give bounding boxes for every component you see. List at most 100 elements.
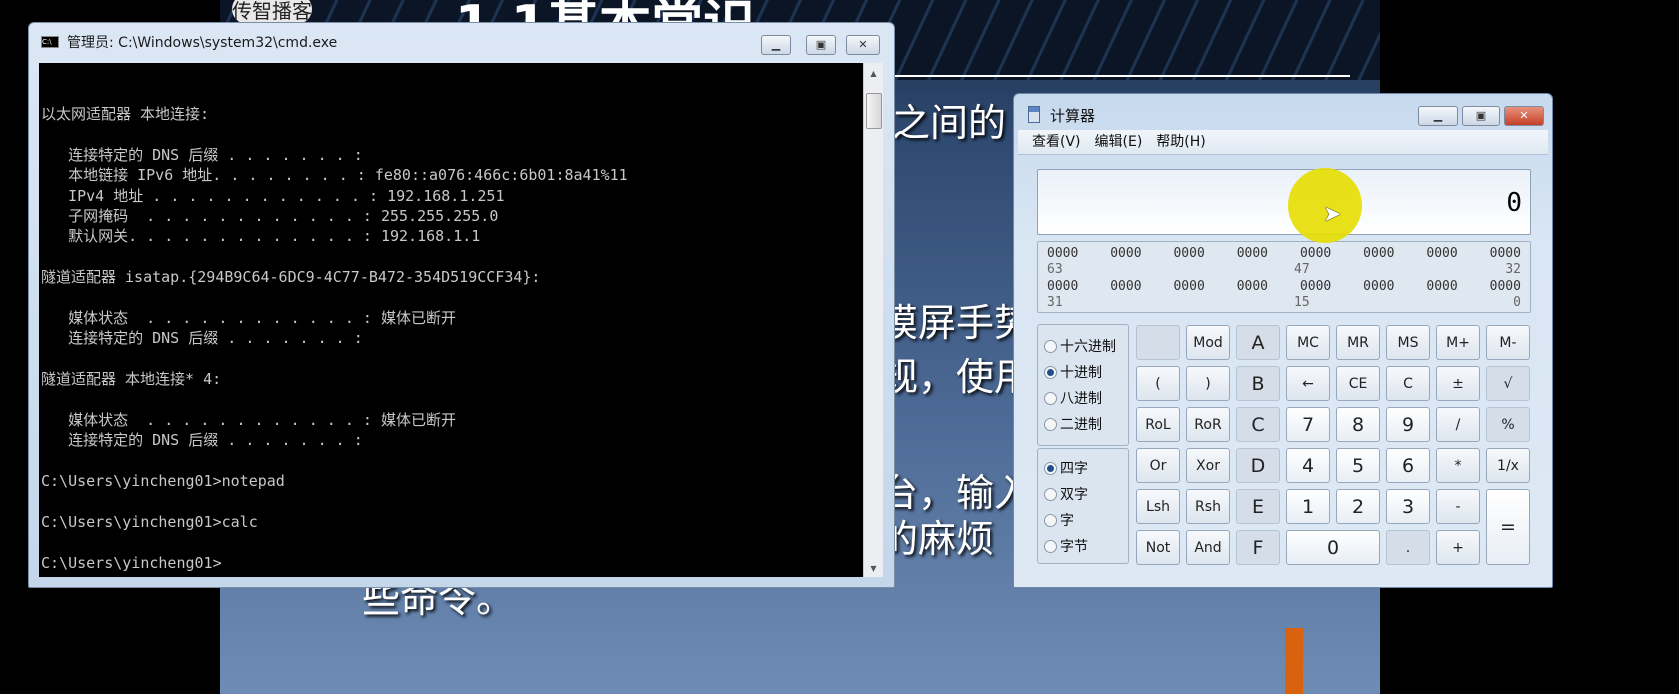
- key-MC[interactable]: MC: [1286, 325, 1330, 360]
- radio-word-0[interactable]: 四字: [1038, 455, 1128, 481]
- radio-label: 字: [1060, 513, 1074, 529]
- key-1[interactable]: 1: [1286, 489, 1330, 524]
- menu-help[interactable]: 帮助(H): [1156, 130, 1205, 154]
- radio-base-0[interactable]: 十六进制: [1038, 333, 1128, 359]
- minimize-button[interactable]: ▁: [1418, 106, 1458, 126]
- bit-row: 0000 0000 0000 0000 0000 0000 0000 0000: [1047, 246, 1521, 261]
- key-4[interactable]: 4: [1286, 448, 1330, 483]
- radio-circle[interactable]: [1044, 417, 1057, 431]
- scroll-down-icon[interactable]: ▼: [864, 564, 883, 573]
- key-D[interactable]: D: [1236, 448, 1280, 483]
- key-A[interactable]: A: [1236, 325, 1280, 360]
- key-MS[interactable]: MS: [1386, 325, 1430, 360]
- radio-circle[interactable]: [1044, 539, 1057, 553]
- radio-circle[interactable]: [1044, 487, 1057, 501]
- key-And[interactable]: And: [1186, 530, 1230, 565]
- vertical-scrollbar[interactable]: ▲ ▼: [863, 63, 883, 577]
- radio-label: 十六进制: [1060, 339, 1116, 355]
- radio-circle[interactable]: [1044, 513, 1057, 527]
- key-3[interactable]: 3: [1386, 489, 1430, 524]
- bit-group: 0000: [1299, 279, 1332, 294]
- radio-base-3[interactable]: 二进制: [1038, 411, 1128, 437]
- console-line: 隧道适配器 本地连接* 4:: [41, 370, 222, 389]
- key-Rsh[interactable]: Rsh: [1186, 489, 1230, 524]
- close-button[interactable]: ✕: [846, 35, 880, 55]
- bit-group: 0000: [1299, 246, 1332, 261]
- radio-word-2[interactable]: 字: [1038, 507, 1128, 533]
- radio-circle[interactable]: [1044, 391, 1057, 405]
- key-b1[interactable]: ±: [1436, 366, 1480, 401]
- radio-word-1[interactable]: 双字: [1038, 481, 1128, 507]
- key-29[interactable]: ): [1186, 366, 1230, 401]
- key-Xor[interactable]: Xor: [1186, 448, 1230, 483]
- key-C[interactable]: C: [1236, 407, 1280, 442]
- key-B[interactable]: B: [1236, 366, 1280, 401]
- bit-display: 0000 0000 0000 0000 0000 0000 0000 0000 63 47 3…: [1037, 241, 1531, 313]
- key-M2d[interactable]: M-: [1486, 325, 1530, 360]
- key-blank[interactable]: [1136, 325, 1180, 360]
- key-RoL[interactable]: RoL: [1136, 407, 1180, 442]
- key-5[interactable]: 5: [1336, 448, 1380, 483]
- key-Not[interactable]: Not: [1136, 530, 1180, 565]
- key-7[interactable]: 7: [1286, 407, 1330, 442]
- key-25[interactable]: %: [1486, 407, 1530, 442]
- radio-circle[interactable]: [1044, 365, 1057, 379]
- key-C[interactable]: C: [1386, 366, 1430, 401]
- key-2d[interactable]: -: [1436, 489, 1480, 524]
- menu-edit[interactable]: 编辑(E): [1095, 130, 1143, 154]
- window-title: 计算器: [1050, 107, 1096, 125]
- console-line: 媒体状态 . . . . . . . . . . . . : 媒体已断开: [41, 308, 456, 327]
- key-CE[interactable]: CE: [1336, 366, 1380, 401]
- console-line: IPv4 地址 . . . . . . . . . . . . : 192.16…: [41, 186, 505, 205]
- close-button[interactable]: ✕: [1504, 106, 1544, 126]
- key-12fx[interactable]: 1/x: [1486, 448, 1530, 483]
- key-F[interactable]: F: [1236, 530, 1280, 565]
- console-output[interactable]: 以太网适配器 本地连接: 连接特定的 DNS 后缀 . . . . . . . …: [39, 63, 863, 577]
- key-2b[interactable]: +: [1436, 530, 1480, 565]
- key-3d[interactable]: =: [1486, 489, 1530, 565]
- key-E[interactable]: E: [1236, 489, 1280, 524]
- mouse-cursor-icon: ➤: [1323, 202, 1342, 227]
- bit-index: 32: [1505, 262, 1521, 277]
- console-line: C:\Users\yincheng01>calc: [41, 512, 258, 531]
- bit-index: 47: [1294, 262, 1310, 277]
- key-2f[interactable]: /: [1436, 407, 1480, 442]
- key-M2b[interactable]: M+: [1436, 325, 1480, 360]
- scroll-up-icon[interactable]: ▲: [864, 69, 883, 78]
- console-line: 本地链接 IPv6 地址. . . . . . . . : fe80::a076…: [41, 166, 628, 185]
- key-0[interactable]: 0: [1286, 530, 1380, 565]
- radio-label: 二进制: [1060, 417, 1102, 433]
- key-MR[interactable]: MR: [1336, 325, 1380, 360]
- calculator-display: 0: [1037, 169, 1531, 235]
- key-Mod[interactable]: Mod: [1186, 325, 1230, 360]
- menu-view[interactable]: 查看(V): [1032, 130, 1081, 154]
- key-221a[interactable]: √: [1486, 366, 1530, 401]
- radio-word-3[interactable]: 字节: [1038, 533, 1128, 559]
- console-line: 子网掩码 . . . . . . . . . . . . : 255.255.2…: [41, 206, 499, 225]
- key-Lsh[interactable]: Lsh: [1136, 489, 1180, 524]
- key-2a[interactable]: *: [1436, 448, 1480, 483]
- key-2[interactable]: 2: [1336, 489, 1380, 524]
- key-2e[interactable]: .: [1386, 530, 1430, 565]
- maximize-button[interactable]: ▣: [806, 35, 836, 55]
- cmd-window: C:\ 管理员: C:\Windows\system32\cmd.exe ▁ ▣…: [28, 22, 895, 588]
- scrollbar-thumb[interactable]: [866, 93, 882, 129]
- key-9[interactable]: 9: [1386, 407, 1430, 442]
- key-2190[interactable]: ←: [1286, 366, 1330, 401]
- key-RoR[interactable]: RoR: [1186, 407, 1230, 442]
- key-28[interactable]: (: [1136, 366, 1180, 401]
- key-8[interactable]: 8: [1336, 407, 1380, 442]
- minimize-button[interactable]: ▁: [761, 35, 791, 55]
- maximize-button[interactable]: ▣: [1462, 106, 1500, 126]
- key-Or[interactable]: Or: [1136, 448, 1180, 483]
- slide-text: 规，使用: [880, 355, 1033, 399]
- radio-base-1[interactable]: 十进制: [1038, 359, 1128, 385]
- radio-base-2[interactable]: 八进制: [1038, 385, 1128, 411]
- radio-circle[interactable]: [1044, 339, 1057, 353]
- radio-circle[interactable]: [1044, 461, 1057, 475]
- key-6[interactable]: 6: [1386, 448, 1430, 483]
